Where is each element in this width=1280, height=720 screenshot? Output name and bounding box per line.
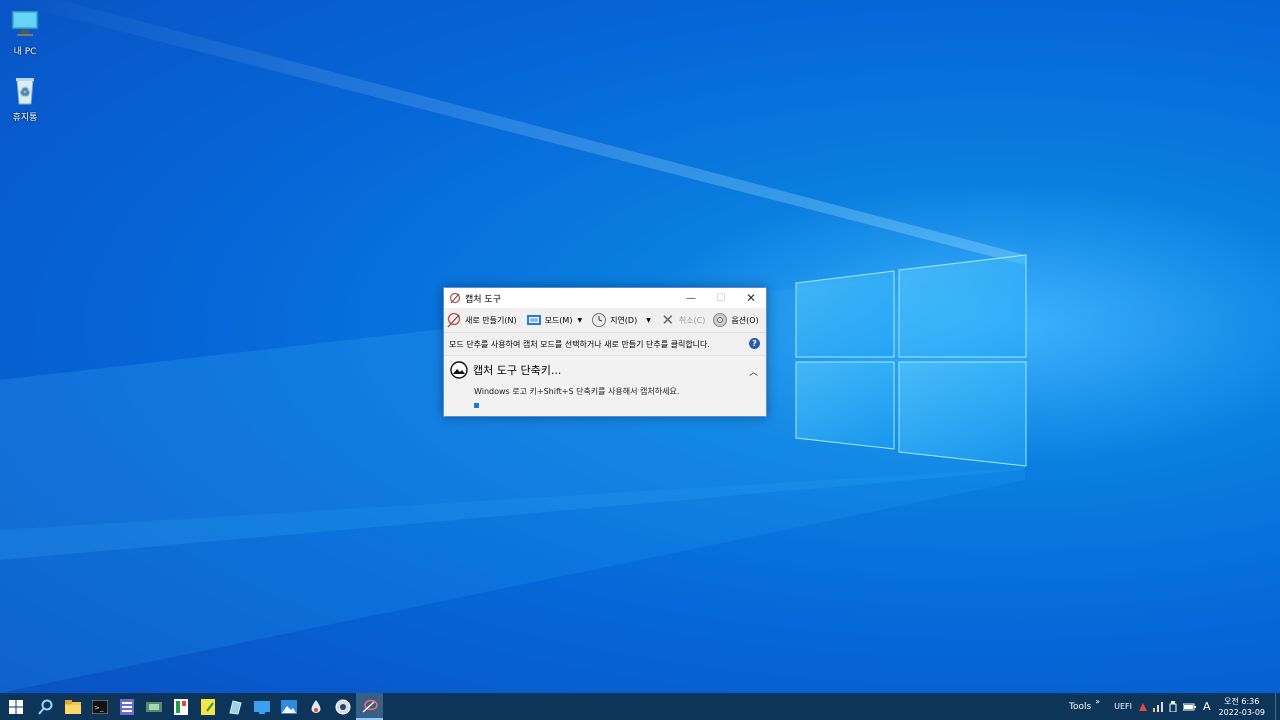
terminal-icon: >_ — [91, 699, 108, 714]
taskbar-app-7[interactable] — [194, 693, 221, 720]
usb-drive-icon — [1169, 701, 1177, 712]
screen-sketch-icon — [450, 361, 468, 379]
svg-text:♻: ♻ — [20, 86, 30, 99]
triangle-icon — [1138, 702, 1147, 711]
disc-icon — [335, 699, 350, 714]
document-list-icon — [119, 698, 134, 715]
battery-plug-icon — [1182, 703, 1196, 710]
new-button[interactable]: 새로 만들기(N) — [446, 312, 517, 328]
taskbar-app-6[interactable] — [167, 693, 194, 720]
options-button[interactable]: 옵션(O) — [712, 312, 759, 328]
shortcut-panel: 캡처 도구 단축키... ︿ Windows 로고 키+Shift+S 단축키를… — [444, 355, 766, 416]
taskbar-app-10[interactable] — [275, 693, 302, 720]
mode-rectangle-icon — [526, 312, 542, 328]
spreadsheet-icon — [173, 698, 188, 715]
toolbar: 새로 만들기(N) 모드(M) ▼ 지연(D) ▼ ✕ 취소(C) 옵션(O) — [444, 308, 766, 332]
taskbar-app-11[interactable] — [302, 693, 329, 720]
info-text: 모드 단추를 사용하여 캡처 모드를 선택하거나 새로 만들기 단추를 클릭합니… — [449, 339, 710, 349]
taskbar-snipping-tool[interactable] — [356, 693, 383, 720]
shortcut-panel-title: 캡처 도구 단축키... — [473, 364, 562, 377]
ime-indicator[interactable]: A — [1203, 700, 1211, 713]
search-icon — [37, 699, 52, 715]
close-icon: ✕ — [745, 291, 757, 305]
maximize-icon: ☐ — [716, 292, 726, 304]
shortcut-description: Windows 로고 키+Shift+S 단축키를 사용해서 캡처하세요. — [474, 387, 680, 396]
minimize-icon: — — [686, 292, 696, 304]
new-button-label: 새로 만들기(N) — [465, 315, 517, 325]
desktop-icon-label: 휴지통 — [12, 113, 38, 123]
clock-date: 2022-03-09 — [1218, 707, 1266, 717]
taskbar-app-5[interactable] — [140, 693, 167, 720]
taskbar-cmd[interactable]: >_ — [86, 693, 113, 720]
taskbar-app-12[interactable] — [329, 693, 356, 720]
tray-bars-icon[interactable] — [1152, 701, 1163, 712]
taskbar-app-9[interactable] — [248, 693, 275, 720]
cancel-button-label: 취소(C) — [678, 315, 706, 325]
usb-icon[interactable] — [1169, 701, 1177, 712]
minimize-button[interactable]: — — [676, 288, 706, 308]
gear-icon — [712, 312, 728, 328]
uefi-indicator[interactable]: UEFI — [1114, 702, 1132, 711]
new-snip-icon — [446, 312, 462, 328]
delay-button[interactable]: 지연(D) ▼ — [591, 312, 655, 328]
chevron-down-icon[interactable]: ▼ — [646, 317, 651, 324]
help-icon[interactable]: ? — [749, 338, 760, 349]
options-button-label: 옵션(O) — [731, 315, 759, 325]
notepad-icon — [228, 699, 242, 715]
snipping-tool-window: 캡처 도구 — ☐ ✕ 새로 만들기(N) 모드(M) ▼ 지연(D) ▼ ✕ … — [443, 287, 767, 417]
cancel-button[interactable]: ✕ 취소(C) — [660, 311, 706, 329]
taskbar-search[interactable] — [32, 693, 59, 720]
system-tray: Tools » UEFI A 오전 6:36 2022-03-09 — [1065, 693, 1280, 720]
info-bar: 모드 단추를 사용하여 캡처 모드를 선택하거나 새로 만들기 단추를 클릭합니… — [444, 332, 766, 355]
svg-text:>_: >_ — [94, 704, 104, 712]
tools-toolbar[interactable]: Tools — [1069, 702, 1091, 712]
mode-button-label: 모드(M) — [544, 315, 573, 325]
progress-indicator — [474, 403, 479, 408]
clock-time: 오전 6:36 — [1224, 696, 1260, 706]
taskbar-file-explorer[interactable] — [59, 693, 86, 720]
app-icon — [449, 292, 461, 304]
window-title: 캡처 도구 — [465, 294, 501, 305]
monitor-icon — [253, 700, 270, 714]
show-desktop-button[interactable] — [1275, 693, 1280, 720]
taskbar: >_ Tools » UEFI A 오전 6:36 2022-03-09 — [0, 693, 1280, 720]
notes-icon — [200, 698, 215, 715]
snipping-tool-icon — [362, 699, 378, 712]
clock[interactable]: 오전 6:36 2022-03-09 — [1219, 696, 1266, 718]
shortcut-panel-header[interactable]: 캡처 도구 단축키... — [450, 361, 561, 379]
clock-icon — [591, 312, 607, 328]
taskbar-app-8[interactable] — [221, 693, 248, 720]
chevron-down-icon[interactable]: ▼ — [577, 317, 582, 324]
computer-icon — [9, 8, 41, 40]
start-button[interactable] — [0, 693, 32, 720]
recycle-bin-icon: ♻ — [9, 74, 41, 106]
device-manager-icon — [145, 701, 162, 712]
delay-button-label: 지연(D) — [610, 315, 638, 325]
desktop-icon-recycle-bin[interactable]: ♻ 휴지통 — [0, 74, 55, 123]
battery-icon[interactable] — [1182, 703, 1196, 711]
signal-bars-icon — [1152, 701, 1163, 712]
windows-logo-icon — [9, 699, 23, 714]
taskbar-app-4[interactable] — [113, 693, 140, 720]
desktop-icon-label: 내 PC — [13, 47, 37, 57]
mode-button[interactable]: 모드(M) ▼ — [526, 312, 587, 328]
tray-app-icon[interactable] — [1138, 702, 1148, 712]
desktop-icon-my-pc[interactable]: 내 PC — [0, 8, 55, 57]
close-button[interactable]: ✕ — [736, 288, 766, 308]
photos-icon — [280, 699, 297, 714]
title-bar[interactable]: 캡처 도구 — ☐ ✕ — [444, 288, 766, 308]
maximize-button[interactable]: ☐ — [706, 288, 736, 308]
folder-icon — [64, 699, 81, 714]
chevron-up-icon[interactable]: ︿ — [749, 365, 758, 378]
cancel-x-icon: ✕ — [661, 311, 675, 329]
overflow-chevron-icon[interactable]: » — [1095, 697, 1100, 706]
drop-icon — [311, 699, 320, 713]
